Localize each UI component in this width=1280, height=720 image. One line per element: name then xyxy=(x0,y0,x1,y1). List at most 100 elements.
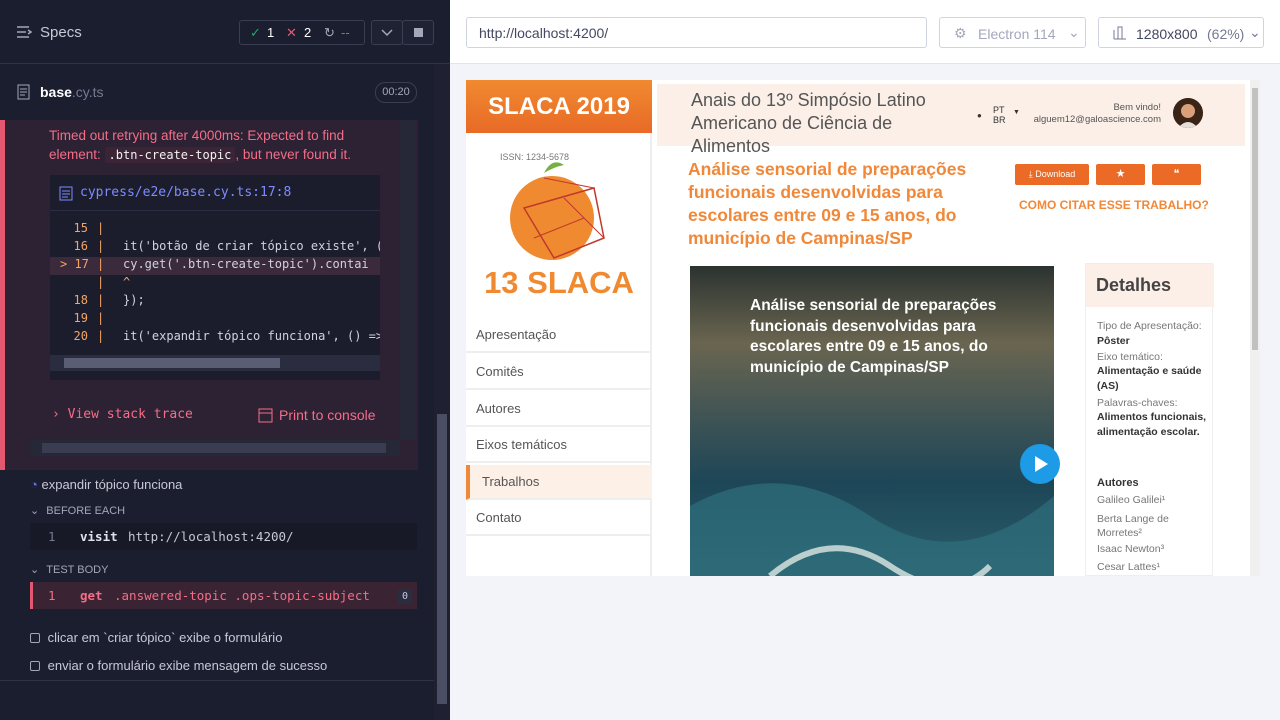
nav-trabalhos[interactable]: Trabalhos xyxy=(466,465,652,500)
language-selector[interactable]: ● PT BR ▼ xyxy=(967,104,1023,128)
file-icon xyxy=(59,186,73,201)
authors-title: Autores xyxy=(1097,477,1139,489)
chevron-down-icon: ⌄ xyxy=(1068,24,1080,40)
divider xyxy=(0,680,434,681)
failed-count: 2 xyxy=(304,25,312,40)
checkbox-icon xyxy=(30,633,40,643)
cite-link[interactable]: COMO CITAR ESSE TRABALHO? xyxy=(1019,198,1209,212)
author-item[interactable]: Berta Lange de Morretes² xyxy=(1097,512,1212,540)
code-line-highlighted: > 17 | cy.get('.btn-create-topic').contai xyxy=(50,257,380,275)
url-bar[interactable]: http://localhost:4200/ xyxy=(466,17,927,48)
collapse-button[interactable] xyxy=(371,20,403,45)
reporter-scrollbar[interactable] xyxy=(434,64,450,720)
avatar-image xyxy=(1173,98,1203,128)
test-stats: ✓ 1 ✕ 2 ↻ -- xyxy=(239,20,365,45)
view-stack-trace[interactable]: › View stack trace xyxy=(52,407,193,422)
favorite-button[interactable]: ★ xyxy=(1096,164,1145,185)
code-scrollbar[interactable] xyxy=(50,355,380,371)
print-to-console-button[interactable]: Print to console xyxy=(258,407,376,423)
viewport-scale: (62%) xyxy=(1207,26,1245,42)
terminal-icon xyxy=(258,408,273,423)
details-title: Detalhes xyxy=(1086,264,1214,307)
cross-icon: ✕ xyxy=(286,25,297,40)
code-line: 15 | xyxy=(73,221,105,235)
code-line: 20 | it('expandir tópico funciona', () => xyxy=(73,329,380,343)
scroll-thumb[interactable] xyxy=(437,414,447,704)
error-vscrollbar[interactable] xyxy=(400,120,416,440)
code-line: 19 | xyxy=(73,311,105,325)
scroll-thumb[interactable] xyxy=(42,443,386,453)
browser-selector[interactable]: ⚙ Electron 114 ⌄ xyxy=(939,17,1086,48)
reporter-panel: Specs ✓ 1 ✕ 2 ↻ -- base.cy.ts 00:20 Time… xyxy=(0,0,450,720)
nav-eixos[interactable]: Eixos temáticos xyxy=(466,428,652,463)
welcome-text: Bem vindo! alguem12@galoascience.com xyxy=(1033,102,1161,125)
scroll-thumb[interactable] xyxy=(64,358,280,368)
nav-autores[interactable]: Autores xyxy=(466,392,652,427)
globe-icon: ● xyxy=(977,111,982,120)
aut-header: http://localhost:4200/ ⚙ Electron 114 ⌄ … xyxy=(450,0,1280,64)
code-frame-header[interactable]: cypress/e2e/base.cy.ts:17:8 xyxy=(50,175,380,211)
author-item[interactable]: Cesar Lattes¹ xyxy=(1097,561,1160,573)
specs-menu-icon[interactable] xyxy=(17,25,33,39)
test-body-hook[interactable]: ⌄ TEST BODY xyxy=(30,563,108,576)
hero-title: Análise sensorial de preparações funcion… xyxy=(750,297,997,376)
test-pending[interactable]: enviar o formulário exibe mensagem de su… xyxy=(30,658,327,673)
download-button[interactable]: ⤓ Download xyxy=(1015,164,1089,185)
aut-iframe[interactable]: SLACA 2019 13 SLACA Apresentação Comitês… xyxy=(466,80,1260,576)
error-panel: Timed out retrying after 4000ms: Expecte… xyxy=(0,120,418,470)
site-header: Anais do 13º Simpósio Latino Americano d… xyxy=(657,84,1245,156)
presentation-value: Pôster xyxy=(1097,335,1130,347)
scroll-thumb[interactable] xyxy=(1252,88,1258,350)
code-line: 18 |}); xyxy=(73,293,145,307)
play-button[interactable] xyxy=(1020,444,1060,484)
viewport-icon xyxy=(1113,26,1126,40)
video-hero[interactable]: Análise sensorial de preparações funcion… xyxy=(690,266,1060,576)
viewport-selector[interactable]: 1280x800 (62%) ⌄ xyxy=(1098,17,1264,48)
check-icon: ✓ xyxy=(250,25,261,40)
site-brand[interactable]: SLACA 2019 xyxy=(466,80,652,133)
file-icon xyxy=(17,84,30,100)
chevron-down-icon: ⌄ xyxy=(1249,24,1261,40)
error-hscrollbar[interactable] xyxy=(30,440,400,456)
element-count-badge: 0 xyxy=(398,589,412,604)
conference-title: Anais do 13º Simpósio Latino Americano d… xyxy=(691,90,926,156)
nav-contato[interactable]: Contato xyxy=(466,501,652,536)
author-item[interactable]: Galileo Galilei¹ xyxy=(1097,494,1165,506)
spec-file-name: base.cy.ts xyxy=(40,84,104,100)
before-each-hook[interactable]: ⌄ BEFORE EACH xyxy=(30,504,125,517)
aut-scrollbar[interactable] xyxy=(1250,80,1260,576)
star-icon: ★ xyxy=(1115,168,1126,180)
wave-graphic xyxy=(690,483,1054,576)
axis-value: Alimentação e saúde (AS) xyxy=(1097,365,1202,392)
viewport-size: 1280x800 xyxy=(1136,26,1198,42)
chevron-down-icon xyxy=(381,29,393,37)
passed-count: 1 xyxy=(267,25,275,40)
test-running[interactable]: ◔ expandir tópico funciona xyxy=(30,477,182,492)
command-get-failed[interactable]: 1 get .answered-topic .ops-topic-subject 0 xyxy=(30,582,417,609)
specs-label[interactable]: Specs xyxy=(40,24,82,41)
command-visit[interactable]: 1 visit http://localhost:4200/ xyxy=(30,523,417,550)
checkbox-icon xyxy=(30,661,40,671)
spec-duration: 00:20 xyxy=(375,82,417,103)
site-sidenav: 13 SLACA Apresentação Comitês Autores Ei… xyxy=(466,133,652,576)
stop-icon xyxy=(414,28,423,37)
logo-text: 13 SLACA xyxy=(484,265,634,300)
author-item[interactable]: Isaac Newton³ xyxy=(1097,543,1164,555)
chevron-down-icon: ▼ xyxy=(1013,109,1020,116)
details-card: Detalhes Tipo de Apresentação: Pôster Ei… xyxy=(1085,263,1214,576)
play-icon xyxy=(1035,456,1048,472)
code-frame: cypress/e2e/base.cy.ts:17:8 15 | 16 | it('b… xyxy=(50,175,380,380)
test-pending[interactable]: clicar em `criar tópico` exibe o formulá… xyxy=(30,630,282,645)
browser-name: Electron 114 xyxy=(978,26,1056,42)
nav-apresentacao[interactable]: Apresentação xyxy=(466,318,652,353)
axis-label: Eixo temático: xyxy=(1097,351,1163,363)
avatar[interactable] xyxy=(1173,98,1203,128)
stop-button[interactable] xyxy=(402,20,434,45)
error-message: Timed out retrying after 4000ms: Expecte… xyxy=(49,128,351,163)
spec-file-row[interactable]: base.cy.ts 00:20 xyxy=(0,64,434,120)
cite-icon-button[interactable]: ❝ xyxy=(1152,164,1201,185)
code-file-link[interactable]: cypress/e2e/base.cy.ts:17:8 xyxy=(80,185,291,200)
error-indicator xyxy=(30,582,33,609)
slaca-logo: 13 SLACA xyxy=(484,162,634,300)
nav-comites[interactable]: Comitês xyxy=(466,355,652,390)
